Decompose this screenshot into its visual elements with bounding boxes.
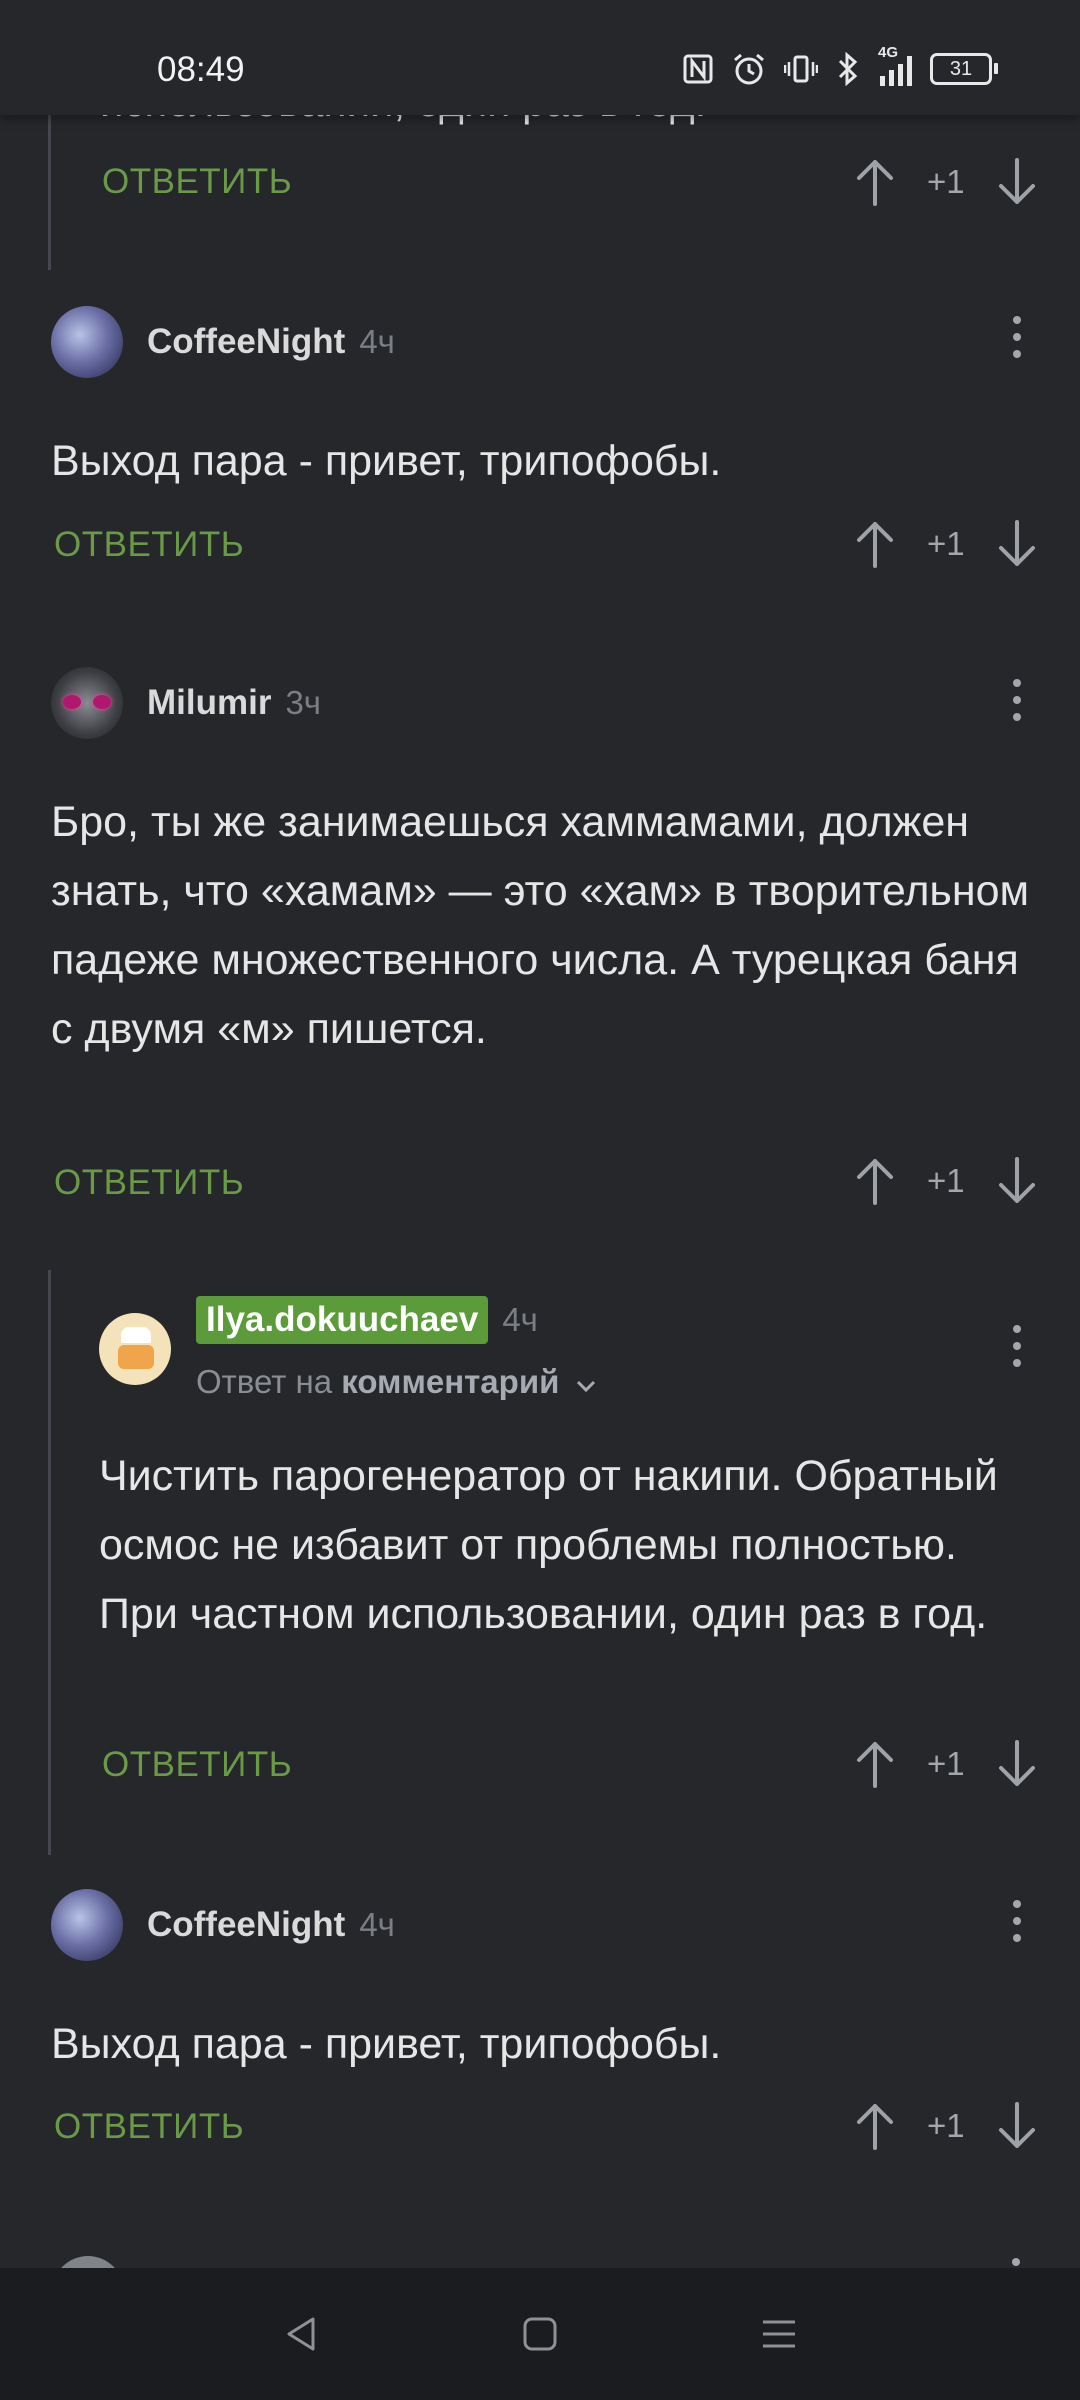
downvote-icon[interactable] [997,158,1037,206]
reply-button[interactable]: ОТВЕТИТЬ [54,2107,244,2147]
upvote-icon[interactable] [855,520,895,568]
upvote-icon[interactable] [855,1157,895,1205]
comment-header: Milumir 3ч [51,667,321,739]
vote-count: +1 [927,525,965,562]
back-icon[interactable] [281,2314,321,2354]
upvote-icon[interactable] [855,1740,895,1788]
downvote-icon[interactable] [997,520,1037,568]
reply-to-target: комментарий [341,1363,560,1400]
alarm-icon [734,53,764,85]
vote-controls: +1 [855,1157,1037,1205]
downvote-icon[interactable] [997,1740,1037,1788]
avatar[interactable] [99,1313,171,1385]
chevron-down-icon [576,1380,595,1393]
username[interactable]: CoffeeNight [147,322,345,362]
comment-text: Выход пара - привет, трипофобы. [51,437,722,485]
upvote-icon[interactable] [855,158,895,206]
downvote-icon[interactable] [997,1157,1037,1205]
4g-signal-icon: 4G [878,44,912,86]
nfc-icon [683,54,713,84]
vibrate-icon [784,55,818,83]
comment-header: CoffeeNight 4ч [51,1889,395,1961]
more-options-icon[interactable] [1011,679,1023,731]
thread-line [48,115,51,270]
status-bar: 08:49 4G 31 [0,0,1080,115]
comment-text: Чистить парогенератор от накипи. Обратны… [99,1452,998,1638]
reply-to-link[interactable]: Ответ на комментарий [196,1363,597,1401]
battery-icon: 31 [930,53,998,85]
navigation-bar [0,2268,1080,2400]
reply-button[interactable]: ОТВЕТИТЬ [102,162,292,202]
avatar[interactable] [51,1889,123,1961]
status-icons: 4G 31 [682,44,998,86]
comment-time: 4ч [502,1301,538,1338]
reply-button[interactable]: ОТВЕТИТЬ [102,1745,292,1785]
battery-level: 31 [949,57,973,80]
status-time: 08:49 [157,50,245,89]
comment-time: 4ч [359,1906,395,1943]
downvote-icon[interactable] [997,2102,1037,2150]
upvote-icon[interactable] [855,2102,895,2150]
username[interactable]: Milumir [147,683,271,723]
vote-count: +1 [927,163,965,200]
recents-menu-icon[interactable] [759,2314,799,2354]
avatar[interactable] [51,667,123,739]
vote-controls: +1 [855,520,1037,568]
comment-time: 3ч [285,684,321,721]
network-type: 4G [878,44,899,61]
vote-controls: +1 [855,158,1037,206]
more-options-icon[interactable] [1012,2258,1020,2266]
comment-header: CoffeeNight 4ч [51,306,395,378]
reply-button[interactable]: ОТВЕТИТЬ [54,1163,244,1203]
username[interactable]: CoffeeNight [147,1905,345,1945]
vote-controls: +1 [855,1740,1037,1788]
comment-author-line: Ilya.dokuuchaev 4ч [196,1296,538,1344]
comment-time: 4ч [359,323,395,360]
vote-count: +1 [927,1162,965,1199]
more-options-icon[interactable] [1011,316,1023,368]
comment-text: Выход пара - привет, трипофобы. [51,2020,722,2068]
comment-header [99,1313,171,1385]
more-options-icon[interactable] [1011,1325,1023,1377]
comment-text: Бро, ты же занимаешься хаммамами, должен… [51,798,1030,1053]
reply-button[interactable]: ОТВЕТИТЬ [54,525,244,565]
avatar[interactable] [51,306,123,378]
reply-to-prefix: Ответ на [196,1363,333,1400]
home-icon[interactable] [521,2315,559,2353]
vote-controls: +1 [855,2102,1037,2150]
username[interactable]: Ilya.dokuuchaev [196,1296,489,1344]
bluetooth-icon [838,52,858,86]
vote-count: +1 [927,2107,965,2144]
vote-count: +1 [927,1745,965,1782]
more-options-icon[interactable] [1011,1900,1023,1952]
thread-line [48,1270,51,1855]
